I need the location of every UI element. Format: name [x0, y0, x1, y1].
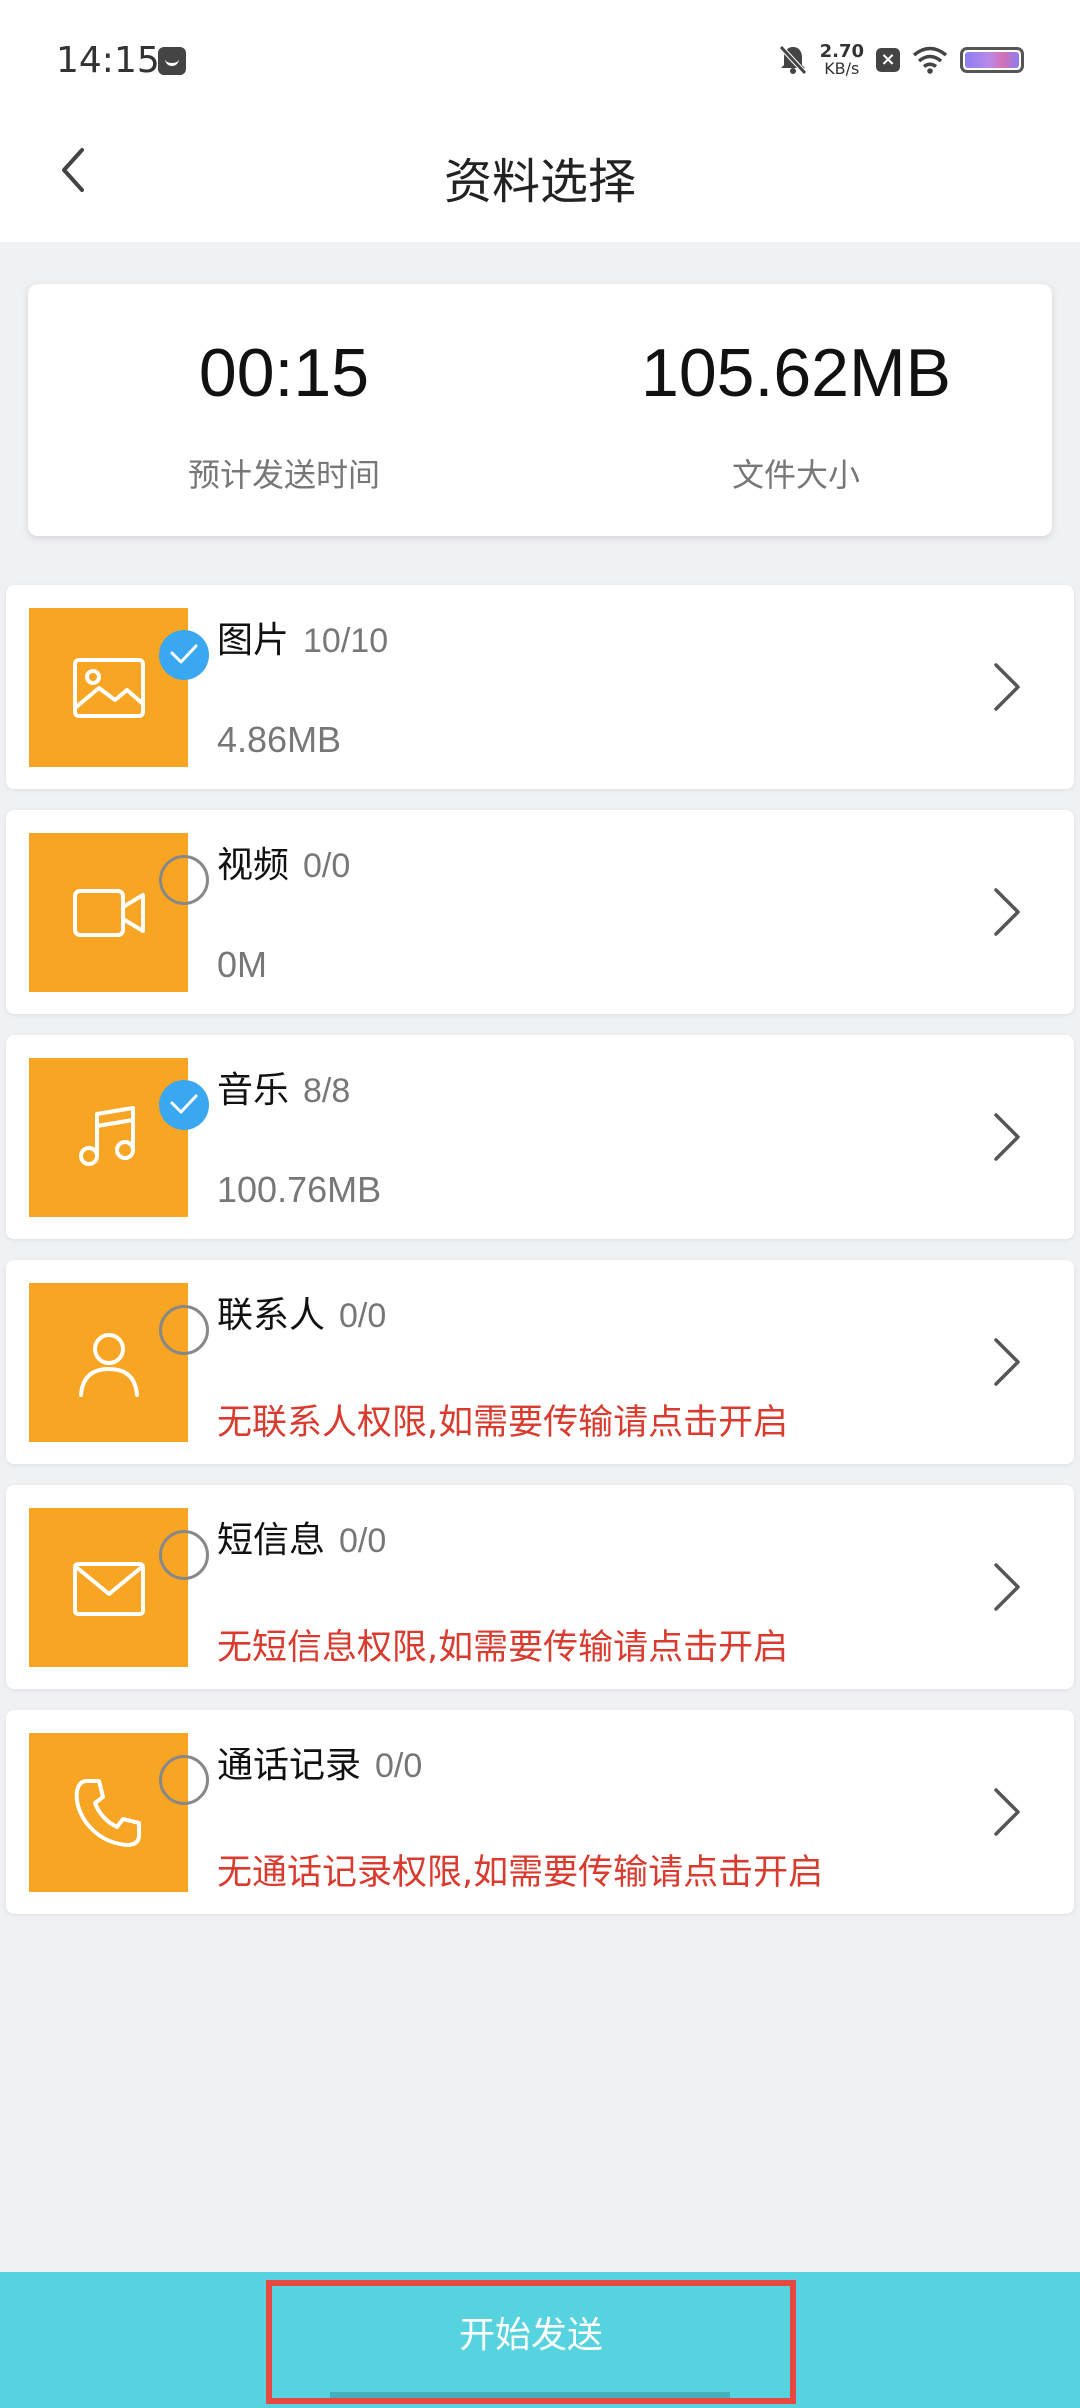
file-size-value: 105.62MB — [641, 335, 951, 411]
video-camera-icon — [73, 889, 145, 937]
checkmark-icon — [170, 644, 198, 664]
wifi-icon — [912, 46, 948, 74]
category-thumb — [29, 1283, 209, 1442]
summary-card: 00:15 预计发送时间 105.62MB 文件大小 — [28, 284, 1052, 536]
category-title: 通话记录 0/0 — [217, 1736, 422, 1788]
status-bar: 14:15 2.70 KB/s × — [0, 0, 1080, 120]
category-item-call-log[interactable]: 通话记录 0/0 无通话记录权限,如需要传输请点击开启 — [6, 1710, 1074, 1914]
net-speed-unit: KB/s — [824, 59, 860, 78]
start-send-button[interactable]: 开始发送 — [266, 2280, 796, 2404]
chevron-right-icon[interactable] — [990, 886, 1024, 938]
category-item-messages[interactable]: 短信息 0/0 无短信息权限,如需要传输请点击开启 — [6, 1485, 1074, 1689]
bottom-bar: 开始发送 — [0, 2272, 1080, 2408]
chevron-right-icon[interactable] — [990, 1111, 1024, 1163]
network-speed: 2.70 KB/s — [819, 41, 864, 78]
category-count: 0/0 — [339, 1522, 387, 1560]
category-item-contacts[interactable]: 联系人 0/0 无联系人权限,如需要传输请点击开启 — [6, 1260, 1074, 1464]
category-name: 通话记录 — [217, 1745, 362, 1786]
category-count: 0/0 — [339, 1297, 387, 1335]
envelope-icon — [73, 1562, 145, 1616]
bell-muted-icon — [778, 45, 807, 75]
category-title: 视频 0/0 — [217, 836, 350, 888]
category-item-images[interactable]: 图片 10/10 4.86MB — [6, 585, 1074, 789]
file-size-block: 105.62MB 文件大小 — [540, 284, 1052, 536]
net-speed-value: 2.70 — [819, 41, 864, 62]
category-count: 8/8 — [303, 1072, 351, 1110]
estimated-time-label: 预计发送时间 — [187, 456, 380, 494]
category-thumb — [29, 1508, 209, 1667]
category-name: 音乐 — [217, 1070, 290, 1111]
chevron-right-icon[interactable] — [990, 1786, 1024, 1838]
permission-warning-link[interactable]: 无短信息权限,如需要传输请点击开启 — [217, 1619, 788, 1670]
header: 资料选择 — [0, 120, 1080, 242]
chevron-right-icon[interactable] — [990, 1561, 1024, 1613]
close-box-icon: × — [876, 48, 900, 72]
category-name: 视频 — [217, 845, 290, 886]
permission-warning-link[interactable]: 无通话记录权限,如需要传输请点击开启 — [217, 1844, 823, 1895]
category-title: 短信息 0/0 — [217, 1511, 386, 1563]
permission-warning-link[interactable]: 无联系人权限,如需要传输请点击开启 — [217, 1394, 788, 1445]
music-note-icon — [79, 1106, 135, 1166]
checkmark-icon — [170, 1094, 198, 1114]
category-name: 图片 — [217, 620, 290, 661]
chevron-right-icon[interactable] — [990, 1336, 1024, 1388]
battery-icon — [960, 47, 1024, 73]
checkbox-unchecked[interactable] — [159, 1305, 209, 1355]
category-thumb — [29, 608, 209, 767]
category-size: 100.76MB — [217, 1169, 382, 1210]
category-size: 4.86MB — [217, 719, 342, 760]
checkbox-unchecked[interactable] — [159, 1755, 209, 1805]
chevron-right-icon[interactable] — [990, 661, 1024, 713]
message-app-icon — [158, 47, 186, 75]
category-thumb — [29, 1733, 209, 1892]
category-name: 短信息 — [217, 1520, 326, 1561]
phone-icon — [74, 1779, 141, 1847]
category-item-music[interactable]: 音乐 8/8 100.76MB — [6, 1035, 1074, 1239]
checkbox-unchecked[interactable] — [159, 1530, 209, 1580]
status-icons: 2.70 KB/s × — [778, 40, 1024, 80]
file-size-label: 文件大小 — [731, 456, 860, 494]
category-thumb — [29, 833, 209, 992]
checkbox-unchecked[interactable] — [159, 855, 209, 905]
category-thumb — [29, 1058, 209, 1217]
battery-fill — [965, 52, 1019, 68]
estimated-time-block: 00:15 预计发送时间 — [28, 284, 540, 536]
checkbox-checked[interactable] — [159, 630, 209, 680]
checkbox-checked[interactable] — [159, 1080, 209, 1130]
category-title: 音乐 8/8 — [217, 1061, 350, 1113]
category-size: 0M — [217, 944, 268, 985]
person-icon — [79, 1333, 139, 1397]
category-count: 10/10 — [303, 622, 389, 660]
estimated-time-value: 00:15 — [198, 335, 370, 411]
page-title: 资料选择 — [443, 154, 636, 210]
category-title: 图片 10/10 — [217, 611, 388, 663]
category-count: 0/0 — [303, 847, 351, 885]
category-title: 联系人 0/0 — [217, 1286, 386, 1338]
category-item-videos[interactable]: 视频 0/0 0M — [6, 810, 1074, 1014]
image-icon — [73, 658, 145, 718]
category-count: 0/0 — [375, 1747, 423, 1785]
category-name: 联系人 — [217, 1295, 326, 1336]
status-time: 14:15 — [56, 40, 160, 81]
